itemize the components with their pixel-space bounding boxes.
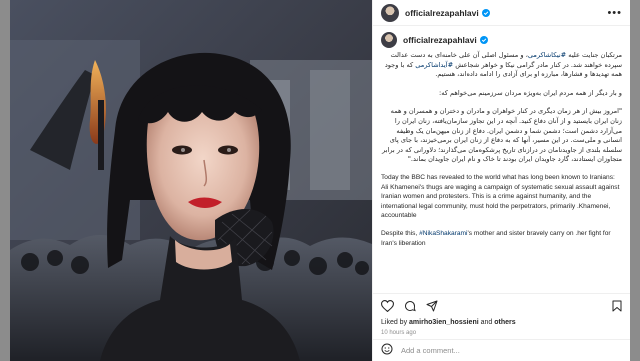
caption-farsi-paragraph-1: مرتکبان جنایت علیه #نیکاشاکرمی، و مسئول …	[381, 51, 622, 80]
more-icon[interactable]: •••	[607, 7, 622, 19]
bookmark-icon[interactable]	[612, 300, 622, 312]
caption-text: Despite this,	[381, 229, 420, 237]
liker-username[interactable]: amirho3ien_hossieni	[409, 319, 479, 326]
caption-farsi-paragraph-2: و بار دیگر از همه مردم ایران به‌ویژه مرد…	[439, 88, 622, 97]
verified-icon	[481, 8, 490, 17]
avatar[interactable]	[381, 32, 397, 48]
avatar[interactable]	[381, 3, 399, 22]
caption-text: مرتکبان جنایت علیه	[566, 51, 622, 59]
verified-icon	[479, 36, 488, 44]
heart-icon[interactable]	[381, 299, 394, 312]
add-comment-bar	[373, 339, 630, 361]
comment-icon[interactable]	[404, 300, 416, 312]
post-image-art	[10, 0, 372, 361]
post-image	[10, 0, 372, 361]
comment-input[interactable]	[401, 346, 581, 355]
overlay-backdrop-right	[630, 0, 640, 361]
header-username[interactable]: officialrezapahlavi	[405, 8, 479, 18]
post-header: officialrezapahlavi •••	[373, 0, 630, 26]
likes-others-link[interactable]: others	[494, 319, 515, 326]
caption-english-paragraph-2: Despite this, #NikaShakarami's mother an…	[381, 229, 622, 248]
caption-username[interactable]: officialrezapahlavi	[403, 35, 477, 45]
likes-text: Liked by	[381, 319, 410, 326]
hashtag-link[interactable]: #NikaShakarami	[419, 230, 467, 237]
caption-area: officialrezapahlavi مرتکبان جنایت علیه #…	[373, 26, 630, 293]
caption-header: officialrezapahlavi	[381, 32, 622, 48]
caption-english-paragraph-1: Today the BBC has revealed to the world …	[381, 173, 620, 220]
likes-text: and	[478, 319, 495, 326]
emoji-icon[interactable]	[381, 342, 393, 360]
hashtag-link[interactable]: #نیکاشاکرمی	[528, 51, 566, 59]
caption-farsi-paragraph-3: "امروز بیش از هر زمان دیگری در کنار خواه…	[381, 107, 622, 164]
post-modal: officialrezapahlavi ••• officialrezapahl…	[10, 0, 630, 361]
post-timestamp[interactable]: 10 hours ago	[373, 328, 630, 339]
share-icon[interactable]	[426, 300, 438, 312]
likes-line: Liked by amirho3ien_hossieni and others	[373, 317, 630, 328]
action-bar	[373, 293, 630, 317]
hashtag-link[interactable]: #آیداشاکرمی	[415, 61, 453, 69]
overlay-backdrop-left	[0, 0, 10, 361]
post-sidebar: officialrezapahlavi ••• officialrezapahl…	[372, 0, 630, 361]
